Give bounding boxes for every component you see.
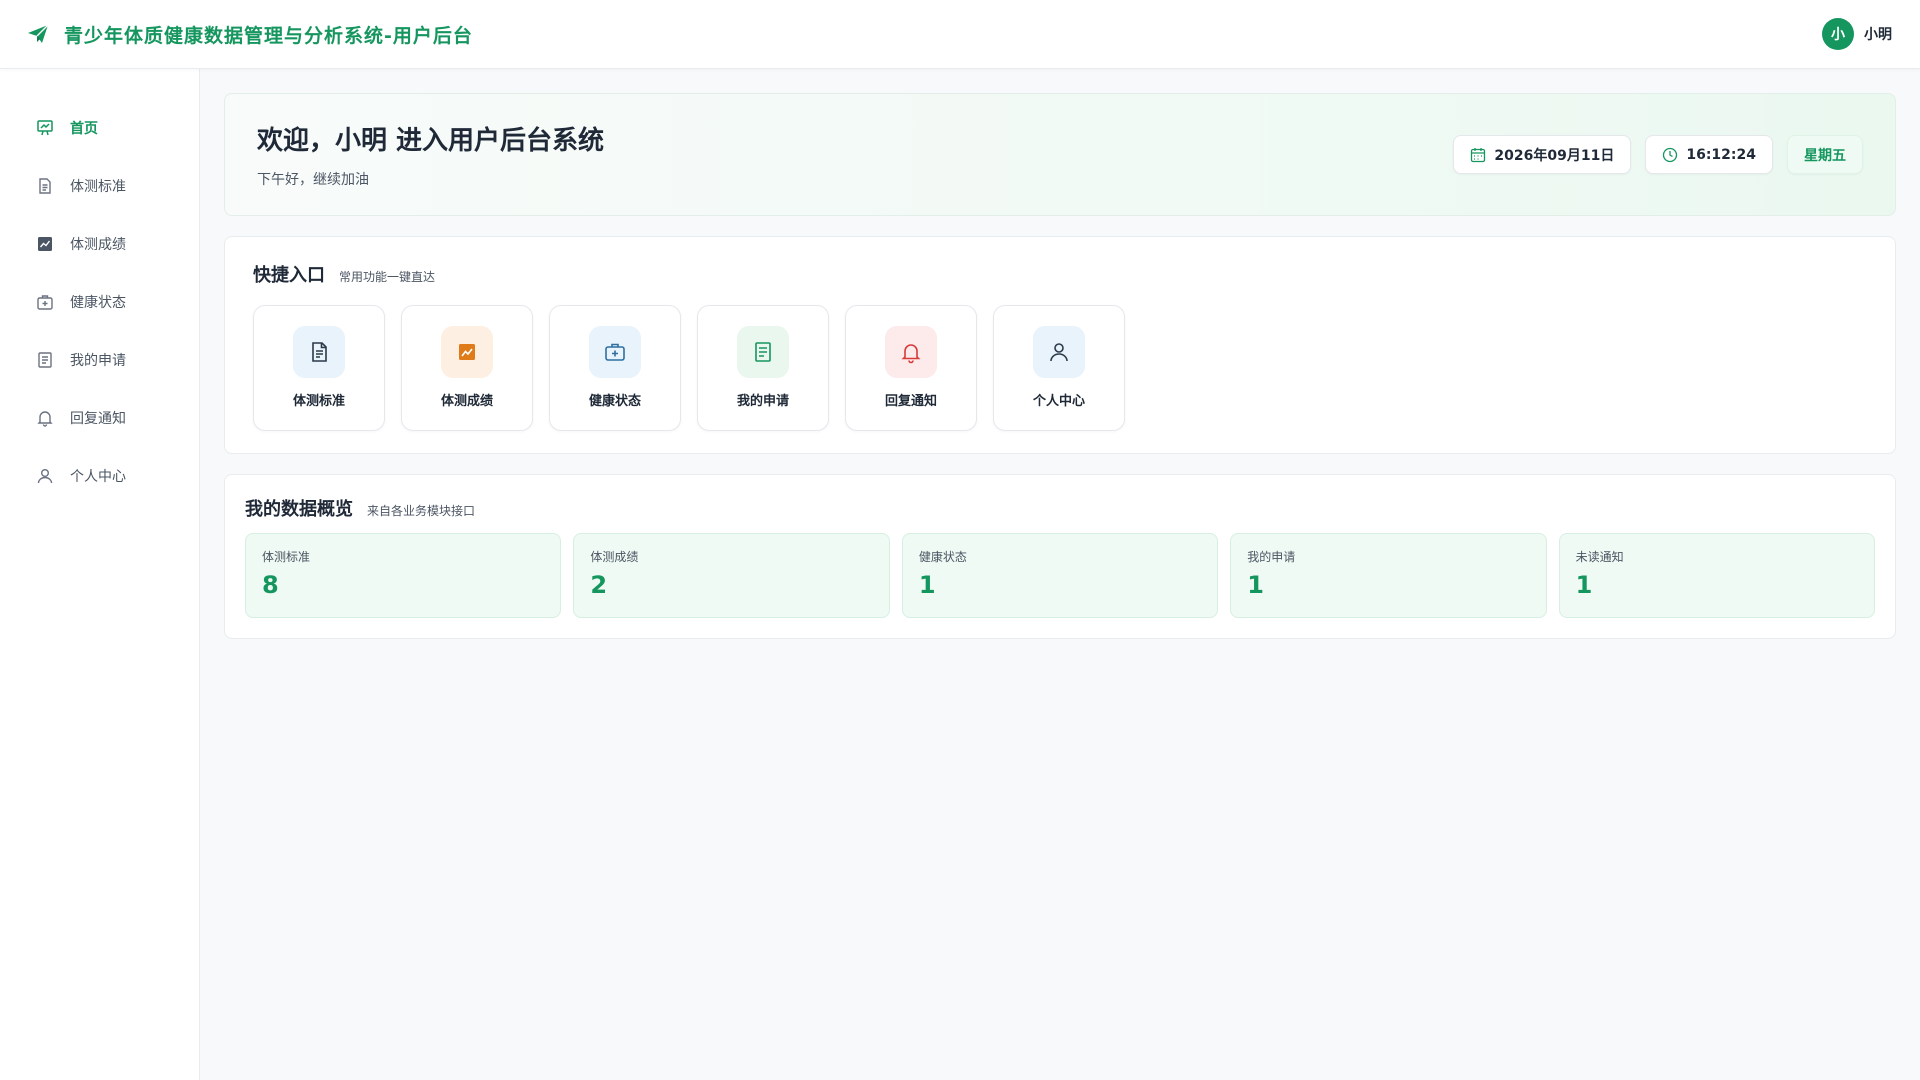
sidebar-item-label: 首页: [70, 121, 98, 137]
stat-card-health[interactable]: 健康状态 1: [901, 533, 1219, 618]
quick-tile-label: 个人中心: [1032, 394, 1085, 409]
main-content: 欢迎，小明 进入用户后台系统 下午好，继续加油 2026年09月11日 16:1…: [224, 93, 1896, 639]
date-time-group: 2026年09月11日 16:12:24 星期五: [1453, 135, 1863, 174]
overview-subtitle: 来自各业务模块接口: [367, 504, 476, 518]
stat-value: 1: [1575, 571, 1593, 599]
quick-tile-applications[interactable]: 我的申请: [697, 305, 829, 431]
quick-access-title: 快捷入口: [253, 265, 325, 286]
quick-tile-label: 我的申请: [736, 394, 789, 409]
welcome-title: 欢迎，小明 进入用户后台系统: [257, 126, 605, 156]
paper-plane-icon: [26, 22, 50, 46]
quick-tile-label: 健康状态: [588, 394, 641, 409]
overview-title: 我的数据概览: [245, 499, 353, 520]
welcome-subtitle: 下午好，继续加油: [257, 172, 369, 188]
stat-card-standards[interactable]: 体测标准 8: [245, 533, 562, 618]
weekday-text: 星期五: [1804, 147, 1846, 164]
avatar[interactable]: 小: [1822, 18, 1854, 50]
form-icon: [737, 326, 789, 378]
data-overview-panel: 我的数据概览 来自各业务模块接口 体测标准 8 体测成绩 2 健康状态 1 我的…: [224, 474, 1896, 639]
stat-label: 体测标准: [262, 550, 311, 564]
stat-card-unread-notifications[interactable]: 未读通知 1: [1558, 533, 1876, 618]
stat-label: 未读通知: [1575, 550, 1624, 564]
user-icon: [36, 467, 54, 485]
document-icon: [293, 326, 345, 378]
stat-value: 2: [590, 571, 608, 599]
stat-label: 我的申请: [1247, 550, 1296, 564]
stat-value: 8: [262, 571, 279, 599]
sidebar-item-scores[interactable]: 体测成绩: [0, 215, 199, 273]
stat-label: 体测成绩: [590, 550, 639, 564]
sidebar-item-label: 体测标准: [70, 179, 126, 195]
user-icon: [1033, 326, 1085, 378]
quick-access-panel: 快捷入口 常用功能一键直达 体测标准 体测成绩 健康状态 我的申请 回复通知 个…: [224, 236, 1896, 454]
sidebar-item-label: 我的申请: [70, 353, 126, 369]
sidebar-item-label: 回复通知: [70, 411, 126, 427]
home-icon: [36, 119, 54, 137]
quick-tile-standards[interactable]: 体测标准: [253, 305, 385, 431]
stat-card-applications[interactable]: 我的申请 1: [1230, 533, 1547, 618]
username[interactable]: 小明: [1864, 24, 1892, 44]
stat-value: 1: [918, 571, 936, 599]
sidebar-item-label: 健康状态: [70, 295, 126, 311]
quick-tile-health[interactable]: 健康状态: [549, 305, 681, 431]
sidebar: 首页 体测标准 体测成绩 健康状态 我的申请 回复通知 个人中心: [0, 69, 200, 1080]
chart-icon: [36, 235, 54, 253]
quick-tile-notifications[interactable]: 回复通知: [845, 305, 977, 431]
welcome-banner: 欢迎，小明 进入用户后台系统 下午好，继续加油 2026年09月11日 16:1…: [224, 93, 1896, 216]
sidebar-item-home[interactable]: 首页: [0, 99, 199, 157]
sidebar-item-profile[interactable]: 个人中心: [0, 447, 199, 505]
top-bar: 青少年体质健康数据管理与分析系统-用户后台 小 小明: [0, 0, 1920, 69]
sidebar-item-standards[interactable]: 体测标准: [0, 157, 199, 215]
time-badge: 16:12:24: [1645, 135, 1773, 174]
form-icon: [36, 351, 54, 369]
weekday-badge: 星期五: [1787, 135, 1863, 174]
sidebar-item-notifications[interactable]: 回复通知: [0, 389, 199, 447]
medical-kit-icon: [36, 293, 54, 311]
clock-icon: [1662, 147, 1678, 163]
bell-icon: [885, 326, 937, 378]
time-text: 16:12:24: [1686, 146, 1756, 163]
sidebar-item-label: 体测成绩: [70, 237, 126, 253]
medical-kit-icon: [589, 326, 641, 378]
sidebar-item-applications[interactable]: 我的申请: [0, 331, 199, 389]
quick-tile-scores[interactable]: 体测成绩: [401, 305, 533, 431]
sidebar-item-label: 个人中心: [70, 469, 126, 485]
stat-label: 健康状态: [918, 550, 967, 564]
app-title: 青少年体质健康数据管理与分析系统-用户后台: [64, 24, 473, 47]
document-icon: [36, 177, 54, 195]
bell-icon: [36, 409, 54, 427]
quick-tile-label: 体测成绩: [440, 394, 493, 409]
sidebar-item-health[interactable]: 健康状态: [0, 273, 199, 331]
stat-card-scores[interactable]: 体测成绩 2: [573, 533, 890, 618]
chart-icon: [441, 326, 493, 378]
stat-value: 1: [1247, 571, 1264, 599]
quick-tile-label: 体测标准: [292, 394, 345, 409]
user-menu[interactable]: 小 小明: [1822, 18, 1892, 50]
date-text: 2026年09月11日: [1494, 147, 1615, 164]
quick-tile-profile[interactable]: 个人中心: [993, 305, 1125, 431]
calendar-icon: [1470, 147, 1486, 163]
quick-tile-label: 回复通知: [884, 394, 937, 409]
quick-access-subtitle: 常用功能一键直达: [339, 270, 436, 284]
brand[interactable]: 青少年体质健康数据管理与分析系统-用户后台: [26, 21, 473, 48]
date-badge: 2026年09月11日: [1453, 135, 1632, 174]
